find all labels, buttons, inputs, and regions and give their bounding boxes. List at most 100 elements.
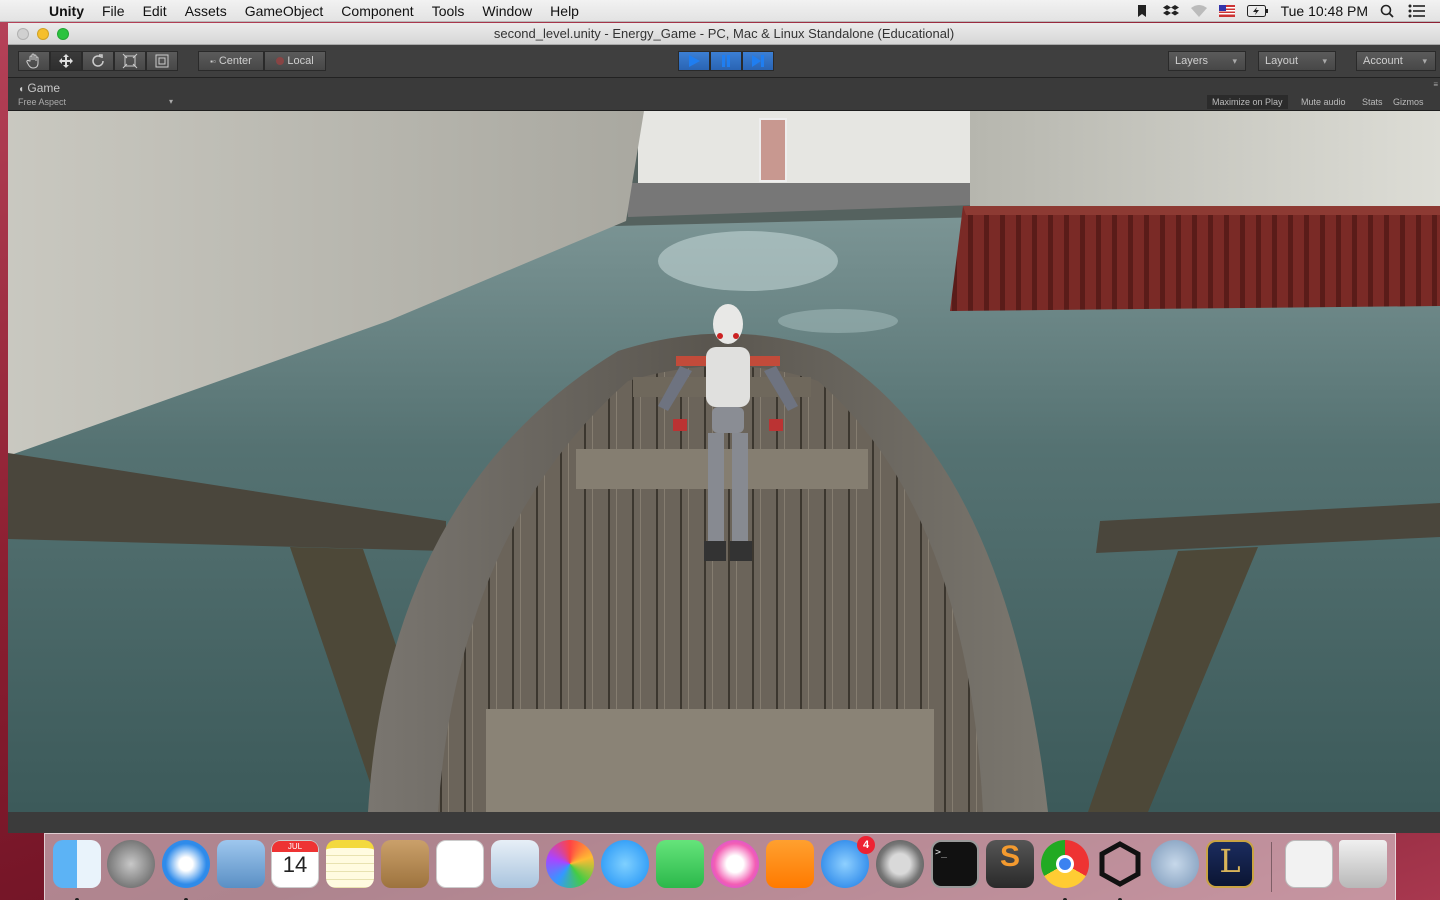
- layers-label: Layers: [1175, 55, 1209, 67]
- water-glare: [778, 309, 898, 333]
- mute-audio-toggle[interactable]: Mute audio: [1296, 95, 1351, 109]
- terminal-icon[interactable]: >_: [931, 840, 979, 888]
- system-preferences-icon[interactable]: [876, 840, 924, 888]
- game-view-header: ◖ Game Free Aspect Maximize on Play Mute…: [8, 78, 1440, 111]
- documents-stack-icon[interactable]: [1285, 840, 1333, 888]
- window-titlebar: second_level.unity - Energy_Game - PC, M…: [8, 23, 1440, 45]
- finder-icon[interactable]: [53, 840, 101, 900]
- gizmos-dropdown[interactable]: Gizmos: [1388, 95, 1429, 109]
- itunes-icon[interactable]: [711, 840, 759, 888]
- hand-icon: [26, 53, 39, 69]
- menu-file[interactable]: File: [93, 0, 134, 22]
- facetime-icon[interactable]: [656, 840, 704, 888]
- ibooks-icon[interactable]: [766, 840, 814, 888]
- rect-tool-button[interactable]: [146, 51, 178, 71]
- menu-component[interactable]: Component: [332, 0, 422, 22]
- photos-icon[interactable]: [546, 840, 594, 888]
- menu-help[interactable]: Help: [541, 0, 588, 22]
- menu-tools[interactable]: Tools: [423, 0, 474, 22]
- sublime-text-icon[interactable]: S: [986, 840, 1034, 888]
- league-of-legends-icon[interactable]: L: [1206, 840, 1254, 888]
- menu-app-unity[interactable]: Unity: [40, 0, 93, 22]
- mail-icon[interactable]: [217, 840, 265, 888]
- wifi-icon[interactable]: [1190, 4, 1207, 18]
- sublime-s-icon: S: [999, 840, 1020, 873]
- game-tab[interactable]: ◖ Game: [18, 81, 60, 95]
- dock-separator: [1271, 842, 1272, 892]
- layout-label: Layout: [1265, 55, 1299, 67]
- shipping-container: [950, 206, 1440, 311]
- move-arrows-icon: [59, 54, 73, 68]
- water-glare: [658, 231, 838, 291]
- preview-icon[interactable]: [491, 840, 539, 888]
- pause-button[interactable]: [710, 51, 742, 71]
- scale-icon: [122, 53, 138, 69]
- us-flag-input-icon[interactable]: [1218, 4, 1235, 18]
- unity-window: second_level.unity - Energy_Game - PC, M…: [8, 23, 1440, 833]
- reminders-icon[interactable]: [436, 840, 484, 888]
- menubar-clock[interactable]: Tue 10:48 PM: [1281, 3, 1368, 19]
- pivot-center-label: Center: [218, 55, 252, 67]
- notification-center-icon[interactable]: [1408, 4, 1425, 18]
- contacts-icon[interactable]: [381, 840, 429, 888]
- terminal-prompt-icon: >_: [935, 847, 948, 858]
- pivot-local-label: Local: [287, 55, 314, 67]
- account-label: Account: [1363, 55, 1403, 67]
- chrome-icon[interactable]: [1041, 840, 1089, 900]
- menu-window[interactable]: Window: [473, 0, 541, 22]
- scale-tool-button[interactable]: [114, 51, 146, 71]
- spotlight-search-icon[interactable]: [1380, 4, 1396, 18]
- play-button[interactable]: [678, 51, 710, 71]
- pause-icon: [722, 55, 730, 67]
- calendar-day: 14: [282, 852, 308, 877]
- game-scene: [8, 111, 1440, 812]
- rotate-icon: [92, 54, 104, 67]
- right-wall: [970, 111, 1440, 216]
- notes-icon[interactable]: [326, 840, 374, 888]
- app-store-update-badge: 4: [857, 836, 875, 854]
- league-l-icon: L: [1219, 842, 1241, 880]
- battery-icon[interactable]: [1246, 4, 1269, 18]
- panel-menu-icon[interactable]: ≡: [1433, 80, 1438, 89]
- network-utility-icon[interactable]: [1151, 840, 1199, 888]
- pivot-local-toggle[interactable]: Local: [264, 51, 326, 71]
- mac-dock: JUL 14 4 >_ S L: [44, 833, 1396, 900]
- layout-dropdown[interactable]: Layout: [1258, 51, 1336, 71]
- rect-tool-icon: [155, 54, 169, 68]
- hand-tool-button[interactable]: [18, 51, 50, 71]
- container-top: [963, 206, 1440, 215]
- trash-icon[interactable]: [1339, 840, 1387, 888]
- account-dropdown[interactable]: Account: [1356, 51, 1436, 71]
- pivot-icon: ▪▫: [210, 56, 216, 66]
- game-viewport[interactable]: [8, 111, 1440, 812]
- launchpad-icon[interactable]: [107, 840, 155, 888]
- mac-menubar: Unity File Edit Assets GameObject Compon…: [0, 0, 1440, 22]
- game-tab-label: Game: [27, 81, 61, 95]
- dropbox-icon[interactable]: [1162, 4, 1179, 18]
- calendar-month: JUL: [272, 841, 318, 852]
- pivot-center-toggle[interactable]: ▪▫ Center: [198, 51, 264, 71]
- game-tab-icon: ◖: [18, 84, 25, 95]
- local-globe-icon: [276, 57, 285, 65]
- app-store-icon[interactable]: 4: [821, 836, 875, 888]
- window-title: second_level.unity - Energy_Game - PC, M…: [493, 26, 955, 41]
- maximize-on-play-toggle[interactable]: Maximize on Play: [1207, 95, 1288, 109]
- safari-icon[interactable]: [162, 840, 210, 900]
- calendar-icon[interactable]: JUL 14: [271, 840, 319, 888]
- rotate-tool-button[interactable]: [82, 51, 114, 71]
- rear-seat: [486, 709, 934, 812]
- menu-gameobject[interactable]: GameObject: [236, 0, 333, 22]
- unity-status-bar: [8, 812, 1440, 833]
- stats-toggle[interactable]: Stats: [1357, 95, 1388, 109]
- unity-icon[interactable]: [1096, 840, 1144, 900]
- step-icon: [752, 55, 764, 67]
- aspect-ratio-dropdown[interactable]: Free Aspect: [18, 97, 173, 107]
- messages-icon[interactable]: [601, 840, 649, 888]
- layers-dropdown[interactable]: Layers: [1168, 51, 1246, 71]
- menu-edit[interactable]: Edit: [134, 0, 176, 22]
- menu-assets[interactable]: Assets: [176, 0, 236, 22]
- move-tool-button[interactable]: [50, 51, 82, 71]
- step-button[interactable]: [742, 51, 774, 71]
- bookmark-icon[interactable]: [1135, 4, 1151, 18]
- play-icon: [689, 55, 700, 67]
